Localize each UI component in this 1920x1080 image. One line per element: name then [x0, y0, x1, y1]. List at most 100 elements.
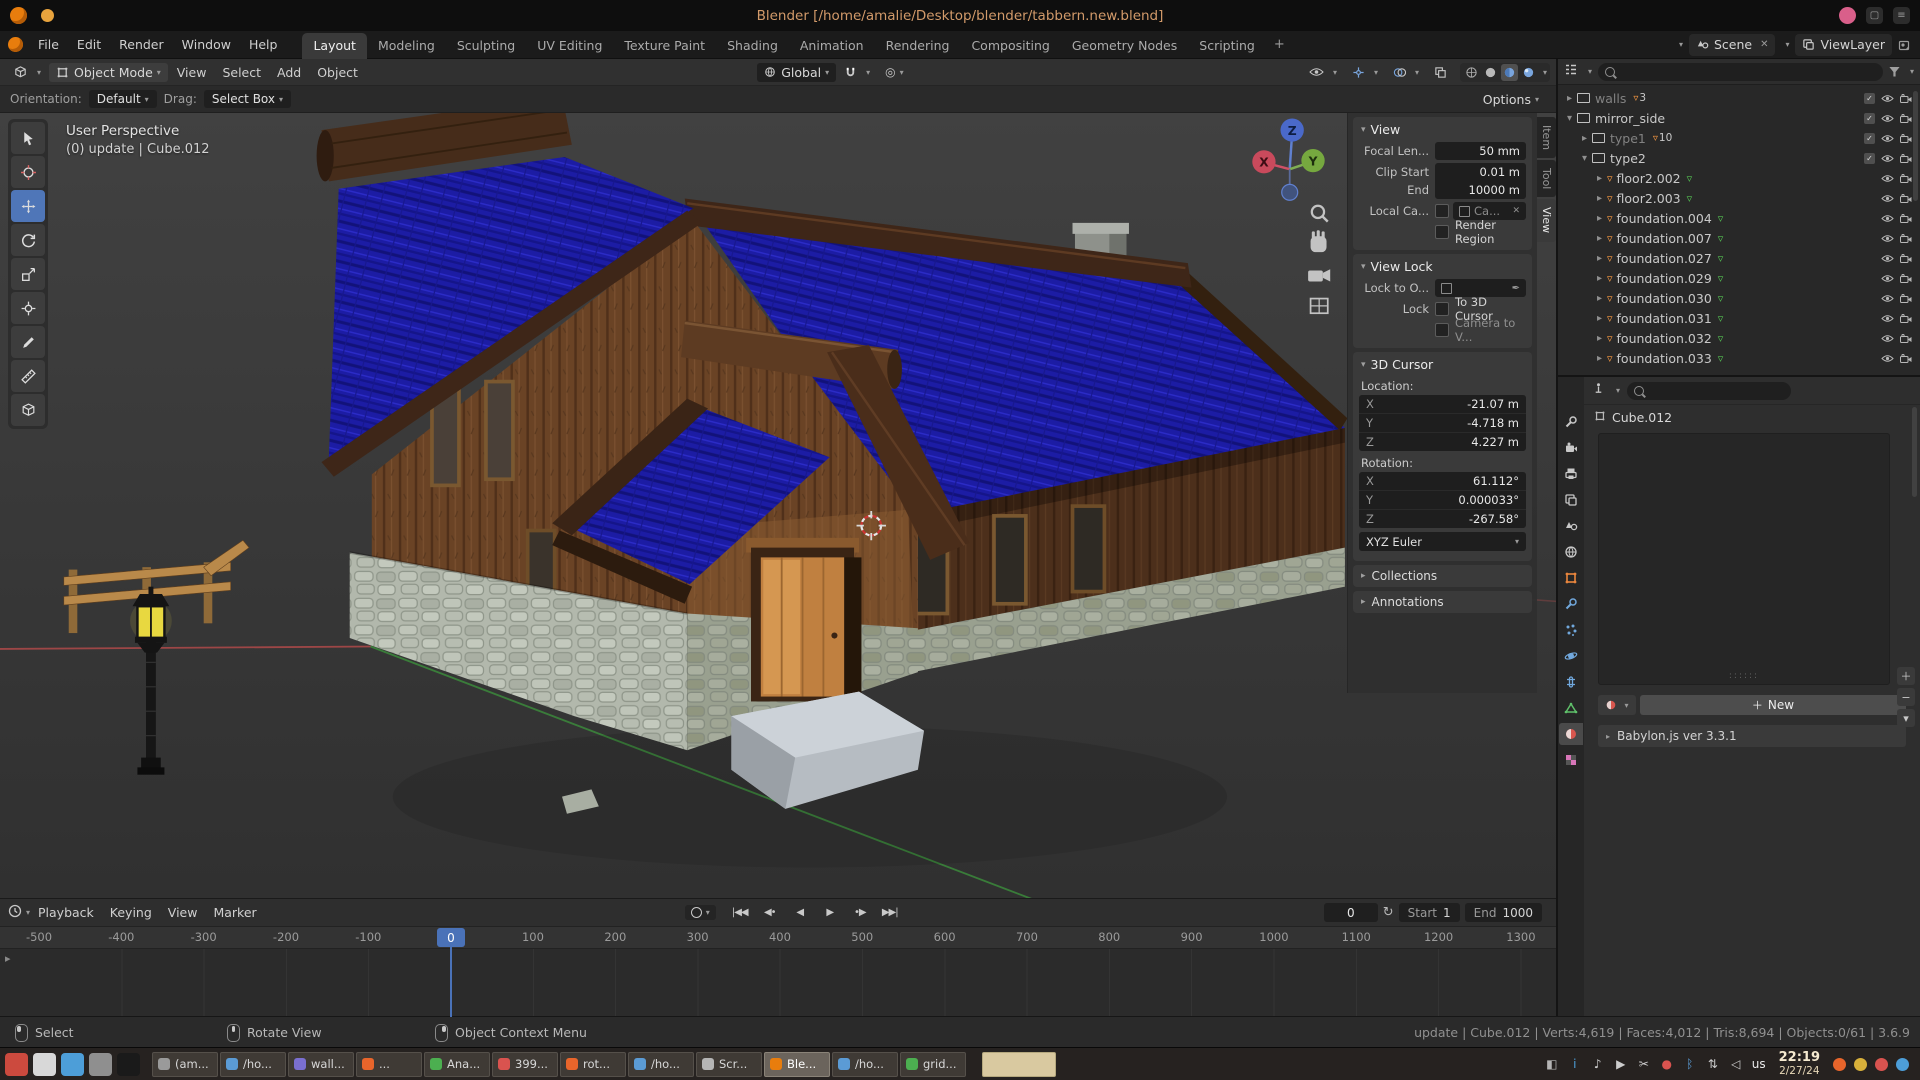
workspace-tab-rendering[interactable]: Rendering: [875, 33, 961, 59]
properties-tab-physics[interactable]: [1559, 645, 1583, 667]
properties-tab-tool[interactable]: [1559, 411, 1583, 433]
file-manager-launcher[interactable]: [33, 1053, 56, 1076]
add-slot-button[interactable]: ＋: [1897, 667, 1915, 685]
disable-in-renders-toggle[interactable]: [1900, 351, 1912, 366]
move-tool-button[interactable]: [11, 190, 45, 222]
properties-tab-modifiers[interactable]: [1559, 593, 1583, 615]
new-material-button[interactable]: ＋New: [1640, 695, 1906, 715]
unlink-scene-icon[interactable]: ✕: [1760, 39, 1768, 50]
workspace-tab-modeling[interactable]: Modeling: [367, 33, 446, 59]
volume-tray-icon[interactable]: ◁: [1729, 1057, 1743, 1071]
music-player-tray-icon[interactable]: ♪: [1591, 1057, 1605, 1071]
viewport-menu-view[interactable]: View: [169, 62, 215, 83]
use-preview-range-icon[interactable]: ↻: [1383, 905, 1394, 920]
hide-in-viewport-toggle[interactable]: [1881, 331, 1894, 346]
workspace-tab-animation[interactable]: Animation: [789, 33, 875, 59]
blender-menu-icon[interactable]: [8, 37, 23, 52]
frame-end-field[interactable]: End1000: [1465, 903, 1542, 922]
sidebar-tab-item[interactable]: Item: [1537, 117, 1556, 158]
outliner-row-foundation-027[interactable]: ▸▿foundation.027▿: [1558, 248, 1920, 268]
menu-file[interactable]: File: [29, 34, 68, 55]
taskbar-window-ho[interactable]: /ho...: [628, 1052, 694, 1077]
playhead[interactable]: 0: [437, 928, 465, 947]
shading-rendered-button[interactable]: [1520, 64, 1537, 81]
eyedropper-icon[interactable]: ✒: [1512, 283, 1520, 294]
annotate-tool-button[interactable]: [11, 326, 45, 358]
lock-to-3d-cursor-checkbox[interactable]: [1435, 302, 1449, 316]
disable-in-renders-toggle[interactable]: [1900, 311, 1912, 326]
restore-window-button[interactable]: ▢: [1866, 7, 1883, 24]
outliner-row-foundation-007[interactable]: ▸▿foundation.007▿: [1558, 228, 1920, 248]
outliner-row-walls[interactable]: ▸walls▿3✓: [1558, 88, 1920, 108]
outliner-row-foundation-031[interactable]: ▸▿foundation.031▿: [1558, 308, 1920, 328]
play-button[interactable]: ▶: [816, 903, 844, 923]
expand-caret-icon[interactable]: ▸: [1562, 93, 1577, 104]
item-name[interactable]: foundation.029: [1617, 271, 1712, 286]
menu-edit[interactable]: Edit: [68, 34, 110, 55]
sidebar-tab-view[interactable]: View: [1537, 199, 1556, 241]
item-name[interactable]: foundation.027: [1617, 251, 1712, 266]
hide-in-viewport-toggle[interactable]: [1881, 251, 1894, 266]
menu-window[interactable]: Window: [173, 34, 240, 55]
gizmo-negative-z-axis[interactable]: [1282, 184, 1298, 200]
workspace-tab-texture-paint[interactable]: Texture Paint: [613, 33, 716, 59]
hide-in-viewport-toggle[interactable]: [1881, 171, 1894, 186]
browse-scene-icon[interactable]: ▾: [1679, 40, 1683, 49]
gizmos-dropdown[interactable]: ▾: [1345, 64, 1385, 81]
add-workspace-button[interactable]: +: [1266, 32, 1293, 58]
disable-in-renders-toggle[interactable]: [1900, 251, 1912, 266]
exclude-checkbox[interactable]: ✓: [1864, 133, 1875, 144]
expand-caret-icon[interactable]: ▸: [1592, 213, 1607, 224]
expand-caret-icon[interactable]: ▸: [1577, 133, 1592, 144]
slot-specials-button[interactable]: ▾: [1897, 709, 1915, 727]
info-tray-icon[interactable]: i: [1568, 1057, 1582, 1071]
collections-panel-header[interactable]: ▸Collections: [1353, 565, 1532, 587]
taskbar-window-blank[interactable]: [982, 1052, 1056, 1077]
record-indicator-icon[interactable]: [1839, 7, 1856, 24]
item-name[interactable]: foundation.007: [1617, 231, 1712, 246]
properties-tab-texture[interactable]: [1559, 749, 1583, 771]
channel-expander-icon[interactable]: ▸: [5, 952, 11, 965]
timeline-editor-icon[interactable]: [8, 904, 22, 922]
taskbar-window-item[interactable]: ...: [356, 1052, 422, 1077]
properties-tab-object-data[interactable]: [1559, 697, 1583, 719]
workspace-tab-uv-editing[interactable]: UV Editing: [526, 33, 613, 59]
viewport-canvas[interactable]: Z X Y: [0, 113, 1556, 898]
outliner-row-foundation-004[interactable]: ▸▿foundation.004▿: [1558, 208, 1920, 228]
options-dropdown[interactable]: Options▾: [1476, 90, 1546, 109]
properties-tab-object[interactable]: [1559, 567, 1583, 589]
auto-keying-toggle[interactable]: ▾: [685, 905, 716, 920]
timeline-ruler[interactable]: -500-400-300-200-10001002003004005006007…: [0, 927, 1556, 949]
disable-in-renders-toggle[interactable]: [1900, 191, 1912, 206]
viewport-menu-object[interactable]: Object: [309, 62, 366, 83]
view-panel-header[interactable]: ▾View: [1357, 120, 1528, 139]
disable-in-renders-toggle[interactable]: [1900, 271, 1912, 286]
outliner-row-foundation-029[interactable]: ▸▿foundation.029▿: [1558, 268, 1920, 288]
breadcrumb-object-name[interactable]: Cube.012: [1612, 410, 1672, 425]
firefox-tray-icon[interactable]: [1833, 1058, 1846, 1071]
cursor-location-x-field[interactable]: X-21.07 m: [1359, 395, 1526, 414]
text-editor-launcher[interactable]: [89, 1053, 112, 1076]
expand-caret-icon[interactable]: ▾: [1577, 153, 1592, 164]
exclude-checkbox[interactable]: ✓: [1864, 113, 1875, 124]
filter-caret[interactable]: ▾: [1910, 67, 1914, 76]
expand-caret-icon[interactable]: ▸: [1592, 333, 1607, 344]
keyboard-layout-indicator[interactable]: us: [1752, 1057, 1766, 1071]
record-indicator-tray-icon[interactable]: [1875, 1058, 1888, 1071]
scene-selector[interactable]: Scene ✕: [1689, 34, 1776, 56]
disable-in-renders-toggle[interactable]: [1900, 131, 1912, 146]
hide-in-viewport-toggle[interactable]: [1881, 291, 1894, 306]
hide-in-viewport-toggle[interactable]: [1881, 311, 1894, 326]
outliner-row-mirror-side[interactable]: ▾mirror_side✓: [1558, 108, 1920, 128]
jump-to-end-button[interactable]: ▶▶|: [876, 903, 904, 923]
item-name[interactable]: foundation.004: [1617, 211, 1712, 226]
outliner-mode-caret[interactable]: ▾: [1588, 67, 1592, 76]
item-name[interactable]: floor2.002: [1617, 171, 1681, 186]
expand-caret-icon[interactable]: ▸: [1592, 233, 1607, 244]
expand-caret-icon[interactable]: ▸: [1592, 193, 1607, 204]
taskbar-window-scr[interactable]: Scr...: [696, 1052, 762, 1077]
select-box-tool-button[interactable]: [11, 122, 45, 154]
filter-icon[interactable]: [1889, 67, 1900, 77]
taskbar-window-grid[interactable]: grid...: [900, 1052, 966, 1077]
disable-in-renders-toggle[interactable]: [1900, 91, 1912, 106]
